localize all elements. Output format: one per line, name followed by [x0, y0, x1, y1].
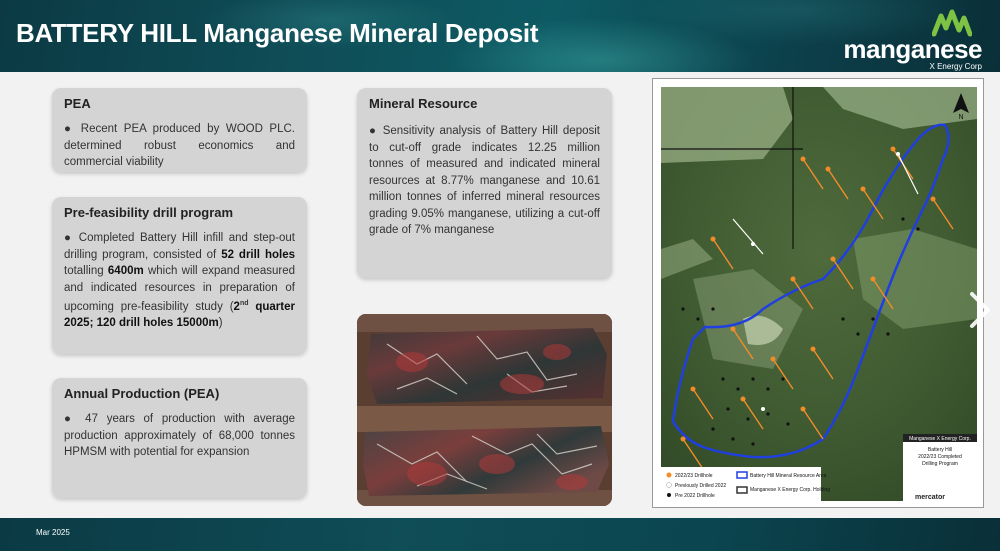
north-arrow-label: N [958, 114, 963, 121]
map-title-line2: 2022/23 Completed [918, 454, 962, 460]
footer-bar: Mar 2025 [0, 518, 1000, 551]
page-title: BATTERY HILL Manganese Mineral Deposit [16, 18, 539, 48]
drill-core-photo [357, 314, 612, 506]
legend-label-resource-area: Battery Hill Mineral Resource Area [750, 473, 827, 479]
legend-label-previous: Previously Drilled 2022 [675, 483, 726, 489]
map-title-line3: Drilling Program [922, 461, 958, 467]
logo-wordmark: manganese [843, 34, 982, 64]
pea-body: ● Recent PEA produced by WOOD PLC. deter… [64, 123, 295, 168]
drill-core-image [357, 314, 612, 506]
map-credit: mercator [915, 494, 945, 501]
drill-program-card: Pre-feasibility drill program ● Complete… [52, 197, 307, 354]
drill-program-body: ● Completed Battery Hill infill and step… [64, 232, 295, 330]
mineral-resource-card: Mineral Resource ● Sensitivity analysis … [357, 88, 612, 278]
mineral-resource-title: Mineral Resource [369, 96, 478, 111]
drill-program-title: Pre-feasibility drill program [64, 205, 234, 220]
legend-label-pre-2022: Pre 2022 Drillhole [675, 493, 715, 499]
next-slide-chevron-icon[interactable] [964, 290, 994, 330]
header-banner: BATTERY HILL Manganese Mineral Deposit m… [0, 0, 1000, 72]
footer-date: Mar 2025 [36, 528, 70, 537]
annual-production-card: Annual Production (PEA) ● 47 years of pr… [52, 378, 307, 498]
map-title-line1: Battery Hill [928, 447, 952, 453]
mineral-resource-body: ● Sensitivity analysis of Battery Hill d… [369, 125, 600, 236]
drilling-program-map: N 2022/23 Drillhole Previously Drilled 2… [652, 78, 984, 508]
pea-card: PEA ● Recent PEA produced by WOOD PLC. d… [52, 88, 307, 172]
pea-title: PEA [64, 96, 91, 111]
annual-production-body: ● 47 years of production with average pr… [64, 413, 295, 458]
annual-production-title: Annual Production (PEA) [64, 386, 220, 401]
legend-label-2022-23: 2022/23 Drillhole [675, 473, 713, 479]
aerial-map: N 2022/23 Drillhole Previously Drilled 2… [653, 79, 983, 507]
company-logo: manganese X Energy Corp [843, 6, 986, 71]
legend-label-holding: Manganese X Energy Corp. Holding [750, 487, 830, 493]
logo-subtitle: X Energy Corp [929, 62, 982, 71]
map-title-company: Manganese X Energy Corp. [909, 436, 971, 442]
